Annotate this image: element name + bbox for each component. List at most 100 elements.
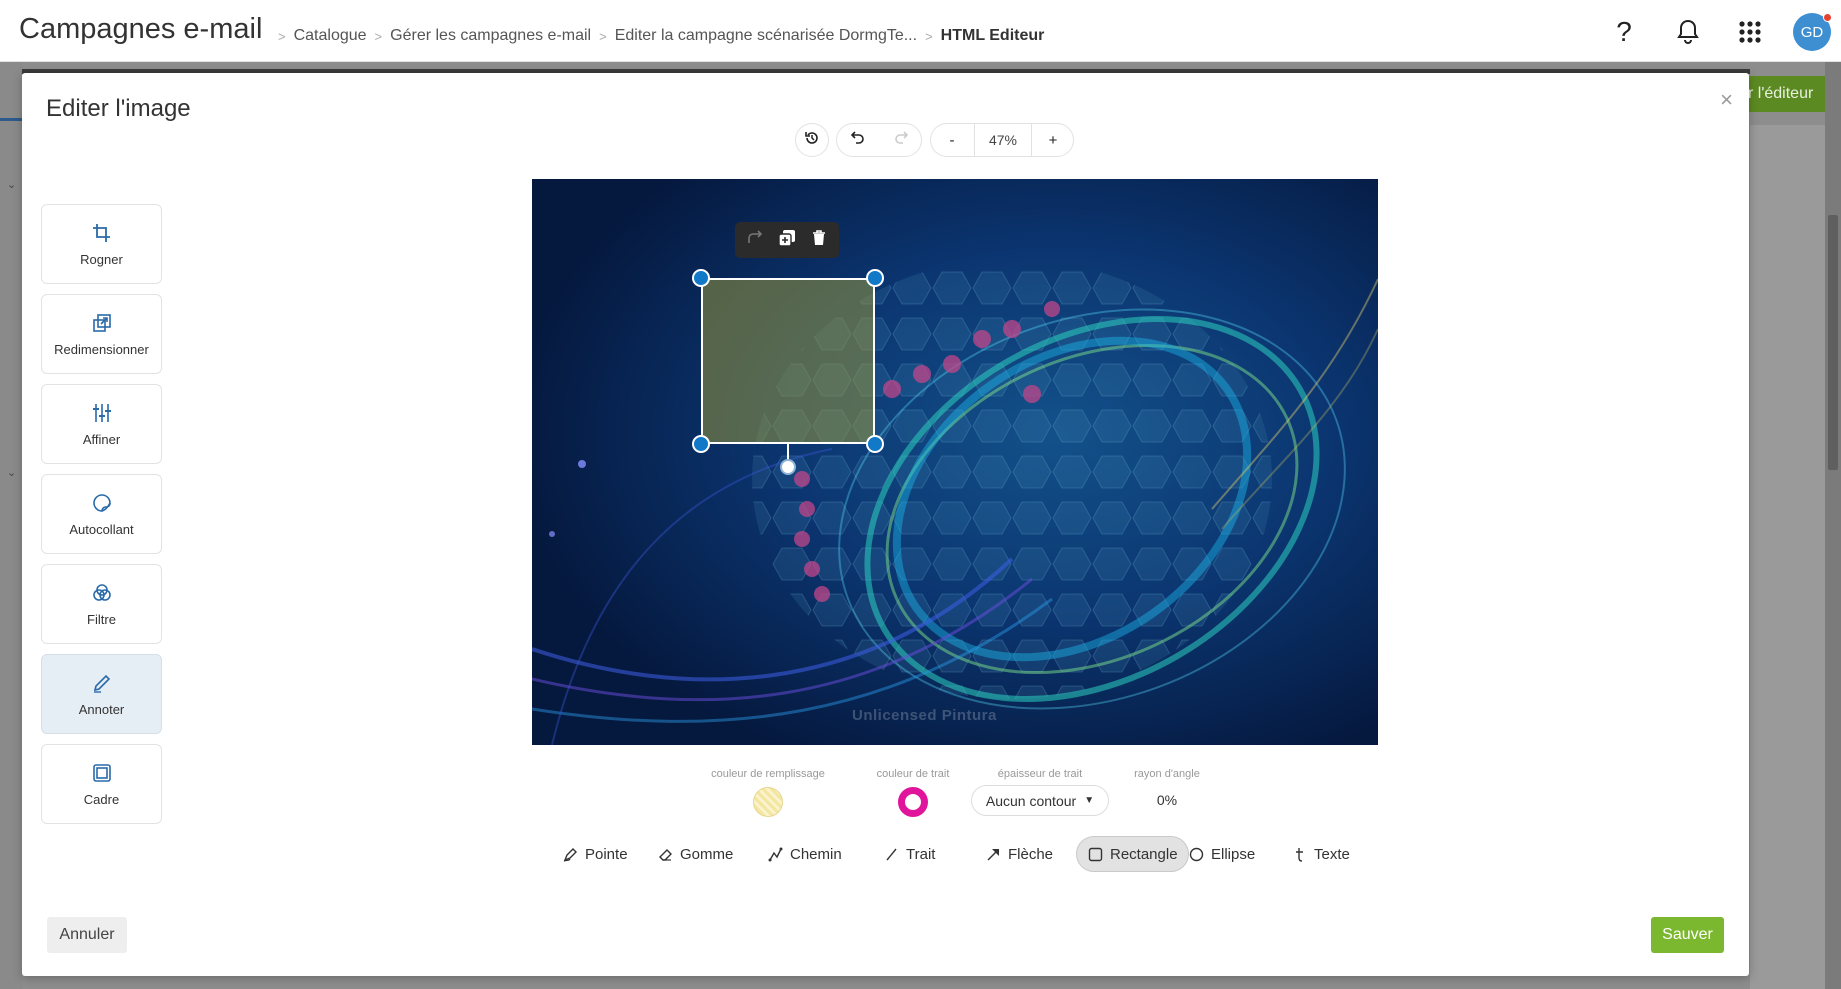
tool-label: Affiner (82, 432, 121, 447)
breadcrumb-item-edit-campaign[interactable]: Editer la campagne scénarisée DormgTe... (615, 27, 917, 45)
tool-filter-button[interactable]: Filtre (41, 564, 162, 644)
breadcrumb-item-current: HTML Editeur (940, 27, 1045, 44)
arrow-icon (985, 846, 1001, 862)
stroke-width-value: Aucun contour (985, 792, 1077, 809)
resize-icon (90, 311, 114, 335)
tool-label: Filtre (87, 612, 116, 627)
stroke-width-select[interactable]: Aucun contour ▼ (970, 785, 1110, 816)
draw-tool-label: Chemin (790, 845, 842, 863)
undo-button[interactable] (837, 124, 879, 156)
shape-rotate-button[interactable] (741, 226, 769, 254)
tool-label: Rogner (80, 252, 123, 267)
tool-menu: Rogner Redimensionner Affiner Autocollan… (41, 204, 162, 834)
frame-icon (90, 761, 114, 785)
ellipse-icon (1188, 846, 1204, 862)
page-scrollbar-thumb[interactable] (1828, 215, 1838, 470)
undo-icon (850, 131, 865, 149)
redo-arrow-icon (747, 229, 763, 251)
draw-tool-sharpie[interactable]: Pointe (552, 836, 638, 872)
image-canvas[interactable]: Unlicensed Pintura (532, 179, 1378, 745)
stroke-width-option: épaisseur de trait Aucun contour ▼ (970, 768, 1110, 816)
fill-color-label: couleur de remplissage (711, 768, 825, 780)
background-editor-button[interactable]: r l'éditeur (1740, 76, 1832, 112)
draw-tool-label: Flèche (1008, 845, 1054, 863)
tool-resize-button[interactable]: Redimensionner (41, 294, 162, 374)
crop-icon (90, 221, 114, 245)
draw-tool-line[interactable]: Trait (873, 836, 945, 872)
fill-color-swatch[interactable] (753, 787, 783, 817)
draw-tool-text[interactable]: Texte (1281, 836, 1360, 872)
caret-down-icon: ▼ (1084, 795, 1095, 806)
app-header: Campagnes e-mail > Catalogue > Gérer les… (0, 0, 1841, 62)
tool-finetune-button[interactable]: Affiner (41, 384, 162, 464)
draw-tool-arrow[interactable]: Flèche (975, 836, 1063, 872)
history-reset-button[interactable] (795, 123, 829, 157)
help-icon[interactable]: ? (1604, 12, 1644, 52)
zoom-in-button[interactable]: + (1032, 124, 1074, 156)
filter-icon (90, 581, 114, 605)
stroke-color-swatch[interactable] (898, 787, 928, 817)
editor-toolbar: - 47% + (22, 123, 1749, 159)
tool-label: Cadre (83, 792, 120, 807)
bell-icon[interactable] (1668, 12, 1708, 52)
draw-tool-label: Pointe (585, 845, 628, 863)
tool-crop-button[interactable]: Rogner (41, 204, 162, 284)
stroke-color-option: couleur de trait (865, 768, 961, 817)
cancel-button[interactable]: Annuler (47, 917, 127, 953)
trash-icon (812, 229, 826, 251)
draw-tool-ellipse[interactable]: Ellipse (1178, 836, 1265, 872)
draw-tool-label: Gomme (680, 845, 734, 863)
sliders-icon (90, 401, 114, 425)
draw-tools-bar: Pointe Gomme Chemin Trait Flèche Rectang… (22, 836, 1749, 872)
rotation-handle[interactable] (780, 459, 796, 475)
redo-button[interactable] (880, 124, 922, 156)
tool-sticker-button[interactable]: Autocollant (41, 474, 162, 554)
text-icon (1291, 846, 1307, 862)
draw-tool-eraser[interactable]: Gomme (647, 836, 743, 872)
stroke-color-label: couleur de trait (876, 768, 950, 780)
draw-tool-label: Trait (906, 845, 936, 863)
duplicate-shape-button[interactable] (773, 226, 801, 254)
draw-tool-path[interactable]: Chemin (757, 836, 852, 872)
breadcrumb-separator: > (374, 28, 383, 44)
close-icon[interactable]: × (1720, 87, 1733, 113)
chevron-down-icon: ⌄ (7, 179, 17, 191)
notification-dot (1823, 13, 1832, 22)
sharpie-icon (562, 846, 578, 862)
sticker-icon (90, 491, 114, 515)
user-avatar[interactable]: GD (1793, 13, 1832, 51)
draw-tool-label: Texte (1314, 845, 1350, 863)
app-title: Campagnes e-mail (19, 13, 263, 45)
breadcrumb-item-campaigns[interactable]: Gérer les campagnes e-mail (390, 27, 591, 45)
annotation-rectangle[interactable] (701, 278, 875, 444)
resize-handle-bottom-left[interactable] (692, 435, 710, 453)
modal-title: Editer l'image (46, 95, 191, 122)
zoom-level[interactable]: 47% (974, 124, 1032, 156)
redo-icon (894, 131, 909, 149)
breadcrumb-item-catalogue[interactable]: Catalogue (294, 27, 367, 45)
page-scrollbar[interactable] (1825, 62, 1841, 989)
resize-handle-top-right[interactable] (866, 269, 884, 287)
tool-label: Annoter (78, 702, 125, 717)
tool-frame-button[interactable]: Cadre (41, 744, 162, 824)
resize-handle-bottom-right[interactable] (866, 435, 884, 453)
delete-shape-button[interactable] (805, 226, 833, 254)
history-icon (804, 130, 820, 151)
zoom-group: - 47% + (930, 123, 1074, 157)
draw-tool-label: Rectangle (1110, 845, 1178, 863)
tool-label: Autocollant (69, 522, 134, 537)
corner-radius-value[interactable]: 0% (1122, 792, 1212, 808)
draw-tool-rectangle[interactable]: Rectangle (1076, 836, 1189, 872)
save-button[interactable]: Sauver (1651, 917, 1724, 953)
breadcrumb-separator: > (599, 28, 607, 44)
corner-radius-label: rayon d'angle (1134, 768, 1200, 780)
apps-grid-icon[interactable] (1730, 12, 1770, 52)
tool-annotate-button[interactable]: Annoter (41, 654, 162, 734)
stroke-width-label: épaisseur de trait (997, 768, 1083, 780)
breadcrumb: > Catalogue > Gérer les campagnes e-mail… (270, 27, 1044, 45)
fill-color-option: couleur de remplissage (702, 768, 834, 817)
background-left-active-marker (0, 118, 22, 121)
zoom-out-button[interactable]: - (931, 124, 973, 156)
resize-handle-top-left[interactable] (692, 269, 710, 287)
rotation-handle-stem (787, 444, 789, 460)
